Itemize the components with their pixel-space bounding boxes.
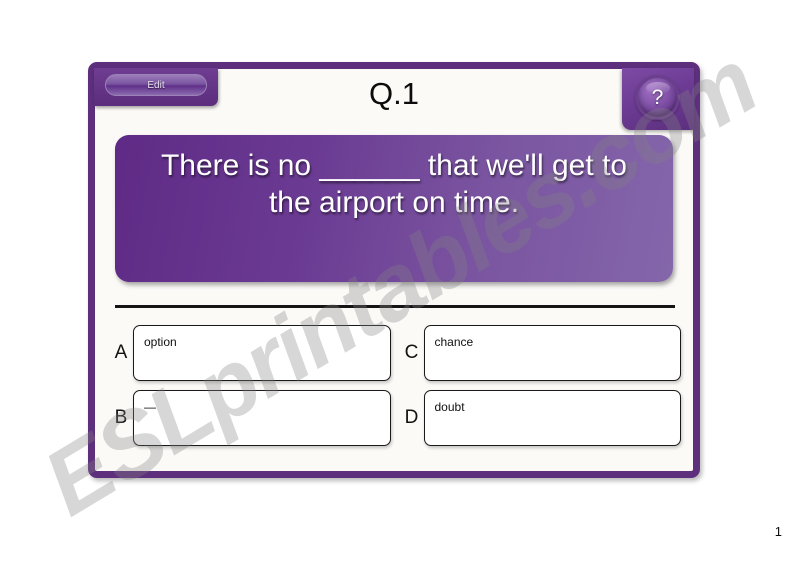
answer-option-b[interactable]: B — xyxy=(109,390,391,446)
answer-box-d[interactable]: doubt xyxy=(423,390,681,446)
answer-box-b[interactable]: — xyxy=(133,390,391,446)
answer-box-c[interactable]: chance xyxy=(423,325,681,381)
answer-letter-a: A xyxy=(114,342,128,363)
answer-text-d: doubt xyxy=(434,400,465,414)
question-text: There is no ______ that we'll get to the… xyxy=(160,149,628,220)
answer-text-a: option xyxy=(144,335,177,349)
slide-inner-area: Edit Q.1 ? There is no ______ that we'll… xyxy=(94,68,694,471)
page-title: Q.1 xyxy=(369,76,419,111)
page-number: 1 xyxy=(774,524,782,539)
answer-option-a[interactable]: A option xyxy=(109,325,391,381)
answer-letter-d: D xyxy=(404,407,419,428)
answers-grid: A option C chance B — D doubt xyxy=(109,325,681,446)
answer-letter-c: C xyxy=(404,342,419,363)
help-tab: ? xyxy=(622,68,694,130)
answer-letter-b: B xyxy=(114,407,128,428)
slide-top-bar: Edit Q.1 ? xyxy=(94,68,694,130)
separator-rule xyxy=(115,305,675,308)
answer-box-a[interactable]: option xyxy=(133,325,391,381)
answer-text-b: — xyxy=(144,400,156,414)
question-panel: There is no ______ that we'll get to the… xyxy=(115,135,673,282)
answer-option-c[interactable]: C chance xyxy=(400,325,681,381)
help-button[interactable]: ? xyxy=(635,75,680,120)
quiz-slide-frame: Edit Q.1 ? There is no ______ that we'll… xyxy=(88,62,700,478)
answer-text-c: chance xyxy=(434,335,474,349)
question-mark-icon: ? xyxy=(651,85,664,109)
answer-option-d[interactable]: D doubt xyxy=(400,390,681,446)
